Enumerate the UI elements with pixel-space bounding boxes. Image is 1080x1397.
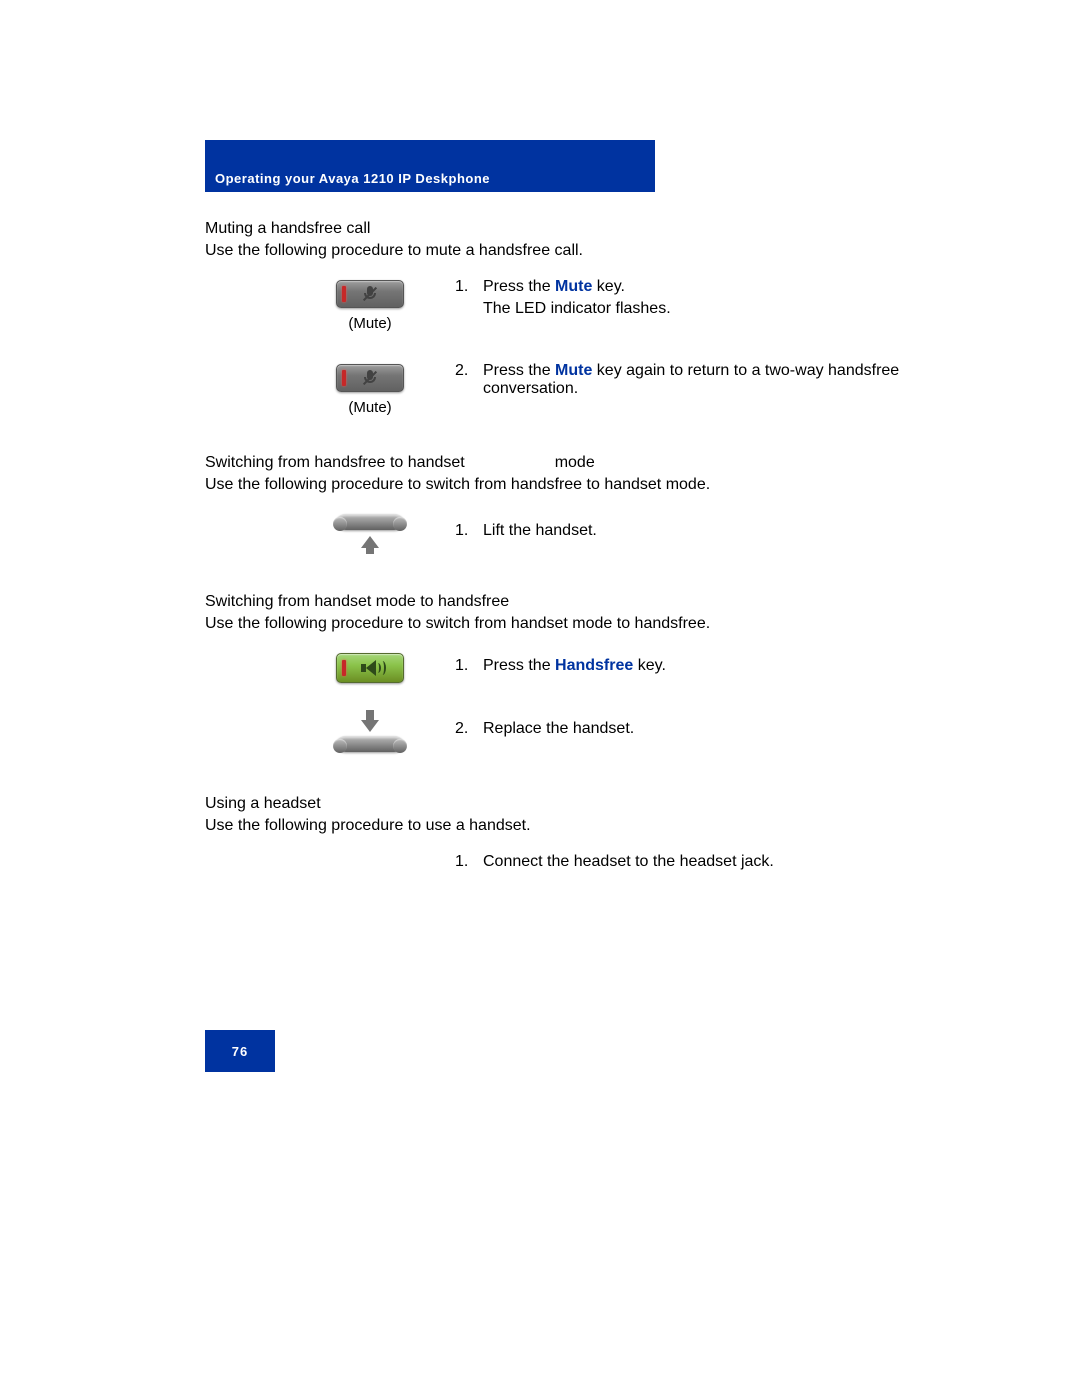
key-name: Mute	[555, 362, 592, 379]
section-desc-hs-to-hf: Use the following procedure to switch fr…	[205, 615, 905, 633]
step-number: 1.	[455, 522, 483, 540]
chapter-title: Operating your Avaya 1210 IP Deskphone	[215, 171, 490, 186]
icon-column	[285, 853, 455, 855]
lift-handset-icon	[330, 514, 410, 550]
icon-column	[285, 708, 455, 757]
step-subtext: The LED indicator flashes.	[483, 300, 905, 318]
icon-caption: (Mute)	[285, 399, 455, 416]
section-desc-muting: Use the following procedure to mute a ha…	[205, 242, 905, 260]
document-page: Operating your Avaya 1210 IP Deskphone M…	[0, 0, 1080, 1397]
section-desc-headset: Use the following procedure to use a han…	[205, 817, 905, 835]
page-number: 76	[232, 1044, 248, 1059]
step-row: 1. Connect the headset to the headset ja…	[285, 853, 905, 871]
step-row: 2. Replace the handset.	[285, 708, 905, 757]
icon-column	[285, 512, 455, 555]
section-desc-hf-to-hs: Use the following procedure to switch fr…	[205, 476, 905, 494]
section-title-hf-to-hs: Switching from handsfree to handset mode	[205, 454, 905, 472]
step-number: 1.	[455, 657, 483, 675]
step-text: Press the Mute key. The LED indicator fl…	[483, 278, 905, 318]
mute-button-icon	[336, 280, 404, 308]
step-row: (Mute) 2. Press the Mute key again to re…	[285, 362, 905, 416]
step-text-col: 1. Press the Mute key. The LED indicator…	[455, 278, 905, 318]
chapter-header: Operating your Avaya 1210 IP Deskphone	[205, 140, 655, 192]
section-title-muting: Muting a handsfree call	[205, 220, 905, 238]
step-number: 2.	[455, 362, 483, 398]
step-number: 1.	[455, 853, 483, 871]
handsfree-button-icon	[336, 653, 404, 683]
step-number: 2.	[455, 720, 483, 738]
icon-column	[285, 651, 455, 688]
replace-handset-icon	[330, 710, 410, 752]
icon-caption: (Mute)	[285, 315, 455, 332]
section-title-hs-to-hf: Switching from handset mode to handsfree	[205, 593, 905, 611]
step-number: 1.	[455, 278, 483, 318]
page-content: Muting a handsfree call Use the followin…	[205, 220, 905, 881]
title-part: Switching from handsfree to handset	[205, 454, 465, 471]
step-text: Lift the handset.	[483, 522, 905, 540]
step-text: Press the Handsfree key.	[483, 657, 905, 675]
text-fragment: Press the	[483, 657, 555, 674]
step-text: Connect the headset to the headset jack.	[483, 853, 905, 871]
icon-column: (Mute)	[285, 362, 455, 416]
text-fragment: key.	[592, 278, 625, 295]
step-text-col: 2. Press the Mute key again to return to…	[455, 362, 905, 398]
text-fragment: Press the	[483, 362, 555, 379]
step-row: 1. Lift the handset.	[285, 512, 905, 555]
step-text-col: 1. Connect the headset to the headset ja…	[455, 853, 905, 871]
step-row: 1. Press the Handsfree key.	[285, 651, 905, 688]
mute-button-icon	[336, 364, 404, 392]
step-text-col: 1. Press the Handsfree key.	[455, 651, 905, 675]
section-title-headset: Using a headset	[205, 795, 905, 813]
page-number-badge: 76	[205, 1030, 275, 1072]
text-fragment: Press the	[483, 278, 555, 295]
step-text-col: 1. Lift the handset.	[455, 512, 905, 540]
step-text: Press the Mute key again to return to a …	[483, 362, 905, 398]
step-row: (Mute) 1. Press the Mute key. The LED in…	[285, 278, 905, 332]
title-part: mode	[555, 454, 595, 471]
text-fragment: key.	[633, 657, 666, 674]
key-name: Mute	[555, 278, 592, 295]
icon-column: (Mute)	[285, 278, 455, 332]
step-text-col: 2. Replace the handset.	[455, 708, 905, 738]
step-text: Replace the handset.	[483, 720, 905, 738]
key-name: Handsfree	[555, 657, 633, 674]
